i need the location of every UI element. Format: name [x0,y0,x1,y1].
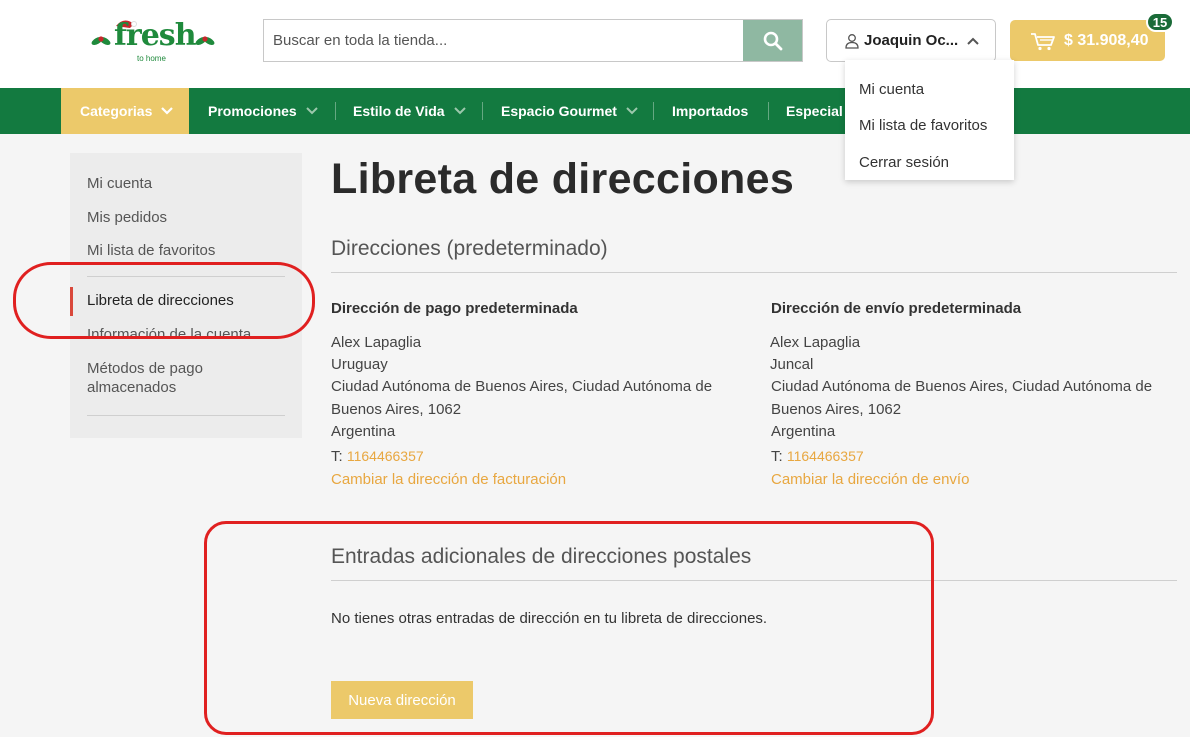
cart-total: $ 31.908,40 [1064,31,1149,49]
sidebar-item-metodos-de-pago[interactable]: Métodos de pago almacenados [87,360,203,396]
account-menu-button[interactable]: Joaquin Oc... [826,19,996,62]
menu-item-mi-cuenta[interactable]: Mi cuenta [845,71,1014,108]
store-logo[interactable]: fresh to home [88,14,218,66]
account-sidebar: Mi cuenta Mis pedidos Mi lista de favori… [70,153,302,438]
page-title: Libreta de direcciones [331,155,795,203]
billing-city-line2: Buenos Aires, 1062 [331,401,462,418]
chevron-down-icon [305,107,318,115]
nav-item-label: Categorias [80,103,153,119]
sidebar-item-mis-pedidos[interactable]: Mis pedidos [87,209,167,226]
shipping-city-line1: Ciudad Autónoma de Buenos Aires, Ciudad … [771,378,1153,395]
sidebar-divider [87,276,285,277]
menu-item-mi-lista-de-favoritos[interactable]: Mi lista de favoritos [845,108,1014,145]
nav-item-categorias[interactable]: Categorias [61,88,189,134]
nav-item-label: Especial f [786,103,852,119]
shipping-name: Alex Lapaglia [770,334,861,351]
billing-street: Uruguay [331,356,388,373]
section-divider [331,580,1177,581]
nav-divider [768,102,769,120]
section-divider [331,272,1177,273]
nav-item-estilo-de-vida[interactable]: Estilo de Vida [353,88,467,134]
sidebar-active-marker [70,287,73,316]
sidebar-divider [87,415,285,416]
cart-button[interactable]: $ 31.908,40 [1010,20,1165,61]
nav-divider [335,102,336,120]
nav-item-label: Espacio Gourmet [501,103,617,119]
change-shipping-address-link[interactable]: Cambiar la dirección de envío [771,469,969,491]
logo-tagline: to home [137,54,166,63]
billing-country: Argentina [331,423,396,440]
shipping-city-line2: Buenos Aires, 1062 [771,401,902,418]
nav-item-espacio-gourmet[interactable]: Espacio Gourmet [501,88,639,134]
shipping-phone-label: T: [771,448,783,465]
billing-phone-row: T: 1164466357 [331,445,424,468]
search-icon [763,31,782,50]
sidebar-item-label: almacenados [87,379,177,396]
default-addresses-heading: Direcciones (predeterminado) [331,237,608,260]
nav-item-promociones[interactable]: Promociones [208,88,319,134]
search-button[interactable] [743,20,802,61]
chevron-up-icon [967,37,979,45]
cart-icon [1031,32,1055,50]
billing-phone-link[interactable]: 1164466357 [347,448,424,464]
search-bar [263,19,803,62]
sidebar-item-libreta-de-direcciones: Libreta de direcciones [87,292,234,309]
additional-addresses-heading: Entradas adicionales de direcciones post… [331,545,752,568]
menu-item-cerrar-sesion[interactable]: Cerrar sesión [845,144,1014,181]
billing-name: Alex Lapaglia [331,334,422,351]
new-address-button[interactable]: Nueva dirección [331,681,473,719]
billing-address-title: Dirección de pago predeterminada [331,300,578,317]
nav-item-label: Promociones [208,103,297,119]
sidebar-item-label: Métodos de pago [87,360,203,377]
sidebar-item-informacion-de-la-cuenta[interactable]: Información de la cuenta [87,326,251,343]
shipping-phone-link[interactable]: 1164466357 [787,448,864,464]
shipping-address-title: Dirección de envío predeterminada [771,300,1022,317]
nav-item-especial[interactable]: Especial f [786,88,851,134]
user-name: Joaquin Oc... [864,32,959,49]
nav-item-importados[interactable]: Importados [672,88,748,134]
nav-divider [482,102,483,120]
user-icon [845,33,859,49]
chevron-down-icon [626,107,638,115]
search-input[interactable] [264,20,744,61]
account-dropdown-menu: Mi cuenta Mi lista de favoritos Cerrar s… [845,60,1014,180]
shipping-country: Argentina [771,423,836,440]
shipping-street: Juncal [770,356,814,373]
shipping-phone-row: T: 1164466357 [771,445,864,468]
billing-phone-label: T: [331,448,343,465]
no-addresses-message: No tienes otras entradas de dirección en… [331,610,768,627]
nav-divider [653,102,654,120]
cart-count-badge: 15 [1146,12,1174,32]
sidebar-item-mi-lista-de-favoritos[interactable]: Mi lista de favoritos [87,242,215,259]
sidebar-item-mi-cuenta[interactable]: Mi cuenta [87,175,152,192]
chevron-down-icon [453,107,466,115]
change-billing-address-link[interactable]: Cambiar la dirección de facturación [331,469,566,491]
nav-item-label: Estilo de Vida [353,103,445,119]
logo-wordmark: fresh [114,18,196,53]
billing-city-line1: Ciudad Autónoma de Buenos Aires, Ciudad … [331,378,713,395]
chevron-down-icon [161,107,174,115]
nav-item-label: Importados [672,103,749,119]
